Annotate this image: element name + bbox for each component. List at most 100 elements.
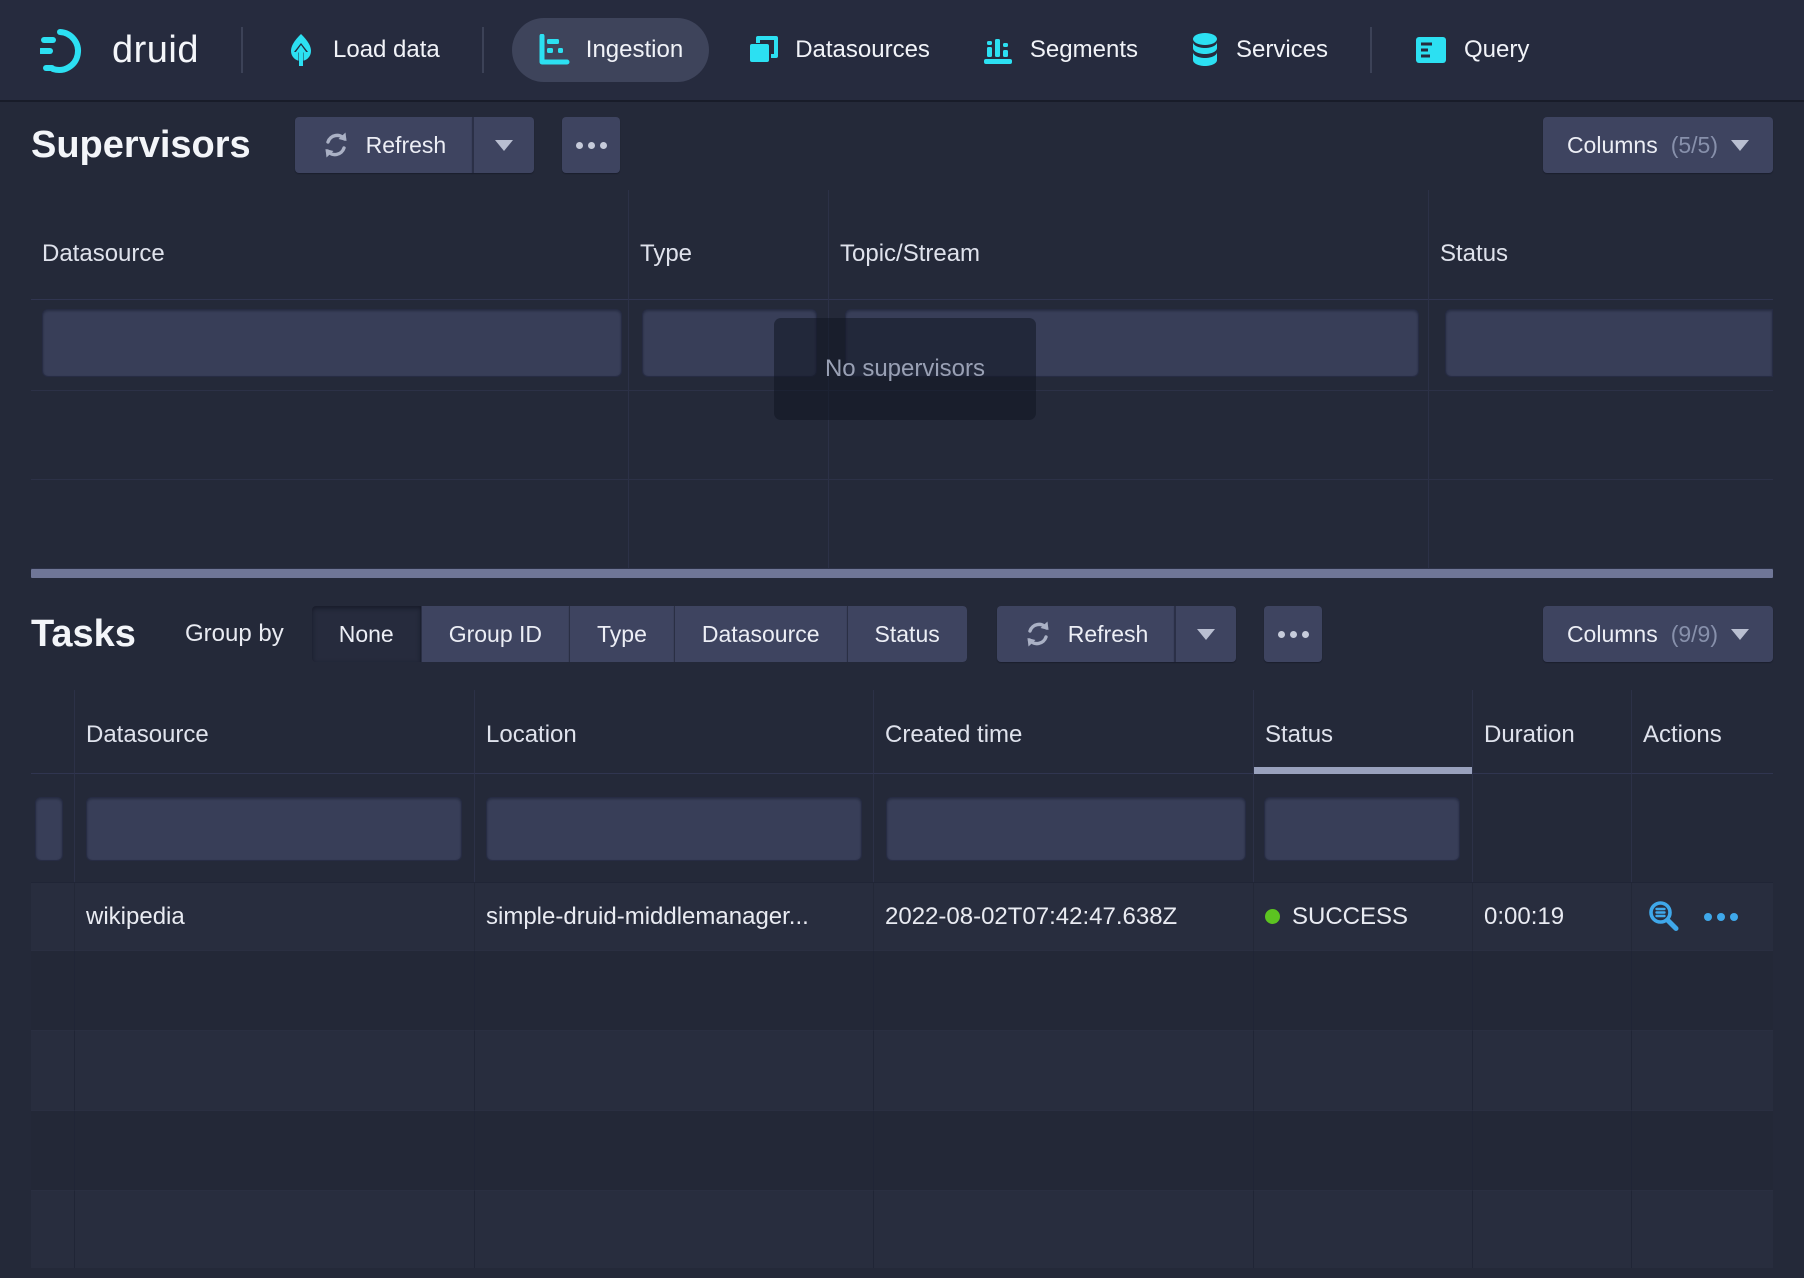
columns-count: (9/9) bbox=[1671, 621, 1718, 648]
supervisors-refresh-split: Refresh bbox=[295, 117, 535, 173]
supervisors-header: Supervisors Refresh Columns (5/5) bbox=[0, 100, 1804, 190]
sort-indicator bbox=[1254, 767, 1472, 774]
group-by-group-id-button[interactable]: Group ID bbox=[421, 606, 569, 662]
nav-item-label: Query bbox=[1464, 36, 1529, 64]
nav-item-label: Services bbox=[1236, 36, 1328, 64]
column-header-datasource[interactable]: Datasource bbox=[75, 690, 475, 774]
status-filter-input[interactable] bbox=[1445, 309, 1773, 377]
datasource-filter-input[interactable] bbox=[42, 309, 622, 377]
navbar-divider bbox=[1370, 27, 1372, 73]
nav-item-label: Datasources bbox=[795, 36, 930, 64]
task-details-magnifier-icon[interactable] bbox=[1646, 899, 1682, 935]
group-by-datasource-button[interactable]: Datasource bbox=[674, 606, 847, 662]
task-actions-more-icon[interactable] bbox=[1704, 913, 1738, 921]
location-cell: simple-druid-middlemanager... bbox=[475, 882, 874, 950]
supervisors-refresh-button[interactable]: Refresh bbox=[295, 117, 473, 173]
group-by-label: Group by bbox=[185, 620, 284, 648]
status-filter-input[interactable] bbox=[1264, 797, 1460, 861]
refresh-label: Refresh bbox=[1068, 621, 1149, 648]
nav-item-ingestion[interactable]: Ingestion bbox=[512, 18, 709, 82]
ingestion-icon bbox=[538, 34, 570, 66]
empty-task-row bbox=[31, 1110, 1773, 1190]
navbar-divider bbox=[241, 27, 243, 73]
group-cell bbox=[31, 882, 75, 950]
query-icon bbox=[1414, 35, 1448, 65]
task-row-wikipedia[interactable]: wikipedia simple-druid-middlemanager... … bbox=[31, 882, 1773, 950]
created-time-filter-input[interactable] bbox=[886, 797, 1246, 861]
group-by-status-button[interactable]: Status bbox=[847, 606, 967, 662]
tasks-title: Tasks bbox=[31, 613, 185, 656]
tasks-header: Tasks Group by None Group ID Type Dataso… bbox=[0, 578, 1804, 690]
supervisors-horizontal-scrollbar[interactable] bbox=[31, 569, 1773, 578]
column-header-created-time[interactable]: Created time bbox=[874, 690, 1254, 774]
supervisors-empty-row bbox=[31, 480, 1773, 569]
no-supervisors-message: No supervisors bbox=[774, 318, 1036, 420]
tasks-more-button[interactable] bbox=[1264, 606, 1322, 662]
more-icon bbox=[1302, 631, 1309, 638]
group-filter-input[interactable] bbox=[35, 797, 63, 861]
caret-down-icon bbox=[1197, 629, 1215, 640]
tasks-table: Datasource Location Created time Status … bbox=[31, 690, 1773, 1268]
column-header-actions[interactable]: Actions bbox=[1632, 690, 1773, 774]
column-header-topic-stream[interactable]: Topic/Stream bbox=[829, 190, 1429, 300]
empty-task-row bbox=[31, 1030, 1773, 1110]
supervisors-title: Supervisors bbox=[31, 124, 251, 167]
supervisors-columns-button[interactable]: Columns (5/5) bbox=[1543, 117, 1773, 173]
group-by-button-group: None Group ID Type Datasource Status bbox=[312, 606, 967, 662]
column-header-group[interactable] bbox=[31, 690, 75, 774]
services-icon bbox=[1190, 32, 1220, 68]
location-filter-input[interactable] bbox=[486, 797, 862, 861]
group-by-type-button[interactable]: Type bbox=[569, 606, 674, 662]
nav-item-datasources[interactable]: Datasources bbox=[721, 0, 956, 100]
supervisors-more-button[interactable] bbox=[562, 117, 620, 173]
nav-item-segments[interactable]: Segments bbox=[956, 0, 1164, 100]
more-icon bbox=[588, 142, 595, 149]
nav-item-services[interactable]: Services bbox=[1164, 0, 1354, 100]
datasource-cell: wikipedia bbox=[75, 882, 475, 950]
supervisors-header-row: Datasource Type Topic/Stream Status bbox=[31, 190, 1773, 300]
success-status-dot bbox=[1265, 909, 1280, 924]
supervisors-refresh-caret-button[interactable] bbox=[472, 117, 534, 173]
nav-item-load-data[interactable]: Load data bbox=[259, 0, 466, 100]
upload-icon bbox=[285, 33, 317, 67]
nav-item-label: Load data bbox=[333, 36, 440, 64]
empty-task-row bbox=[31, 1190, 1773, 1268]
datasources-icon bbox=[747, 34, 779, 66]
created-time-cell: 2022-08-02T07:42:47.638Z bbox=[874, 882, 1254, 950]
nav-item-label: Segments bbox=[1030, 36, 1138, 64]
navbar-divider bbox=[482, 27, 484, 73]
tasks-refresh-caret-button[interactable] bbox=[1174, 606, 1236, 662]
columns-label: Columns bbox=[1567, 132, 1658, 159]
column-header-location[interactable]: Location bbox=[475, 690, 874, 774]
duration-cell: 0:00:19 bbox=[1473, 882, 1632, 950]
more-icon bbox=[600, 142, 607, 149]
refresh-icon bbox=[1023, 619, 1053, 649]
nav-item-label: Ingestion bbox=[586, 36, 683, 64]
actions-cell bbox=[1632, 882, 1773, 950]
column-header-type[interactable]: Type bbox=[629, 190, 829, 300]
tasks-refresh-split: Refresh bbox=[997, 606, 1237, 662]
column-header-status[interactable]: Status bbox=[1429, 190, 1773, 300]
tasks-refresh-button[interactable]: Refresh bbox=[997, 606, 1175, 662]
tasks-header-row: Datasource Location Created time Status … bbox=[31, 690, 1773, 774]
logo-text: druid bbox=[112, 29, 199, 72]
druid-logo[interactable]: druid bbox=[40, 24, 225, 76]
caret-down-icon bbox=[495, 140, 513, 151]
segments-icon bbox=[982, 34, 1014, 66]
top-navbar: druid Load data Ingestion bbox=[0, 0, 1804, 100]
column-header-duration[interactable]: Duration bbox=[1473, 690, 1632, 774]
more-icon bbox=[576, 142, 583, 149]
empty-task-row bbox=[31, 950, 1773, 1030]
status-cell: SUCCESS bbox=[1254, 882, 1473, 950]
druid-logo-icon bbox=[40, 24, 98, 76]
nav-item-query[interactable]: Query bbox=[1388, 0, 1555, 100]
columns-label: Columns bbox=[1567, 621, 1658, 648]
tasks-columns-button[interactable]: Columns (9/9) bbox=[1543, 606, 1773, 662]
refresh-label: Refresh bbox=[366, 132, 447, 159]
column-header-status[interactable]: Status bbox=[1254, 690, 1473, 774]
refresh-icon bbox=[321, 130, 351, 160]
group-by-none-button[interactable]: None bbox=[312, 606, 421, 662]
supervisors-table: Datasource Type Topic/Stream Status No s… bbox=[31, 190, 1773, 569]
column-header-datasource[interactable]: Datasource bbox=[31, 190, 629, 300]
datasource-filter-input[interactable] bbox=[86, 797, 462, 861]
